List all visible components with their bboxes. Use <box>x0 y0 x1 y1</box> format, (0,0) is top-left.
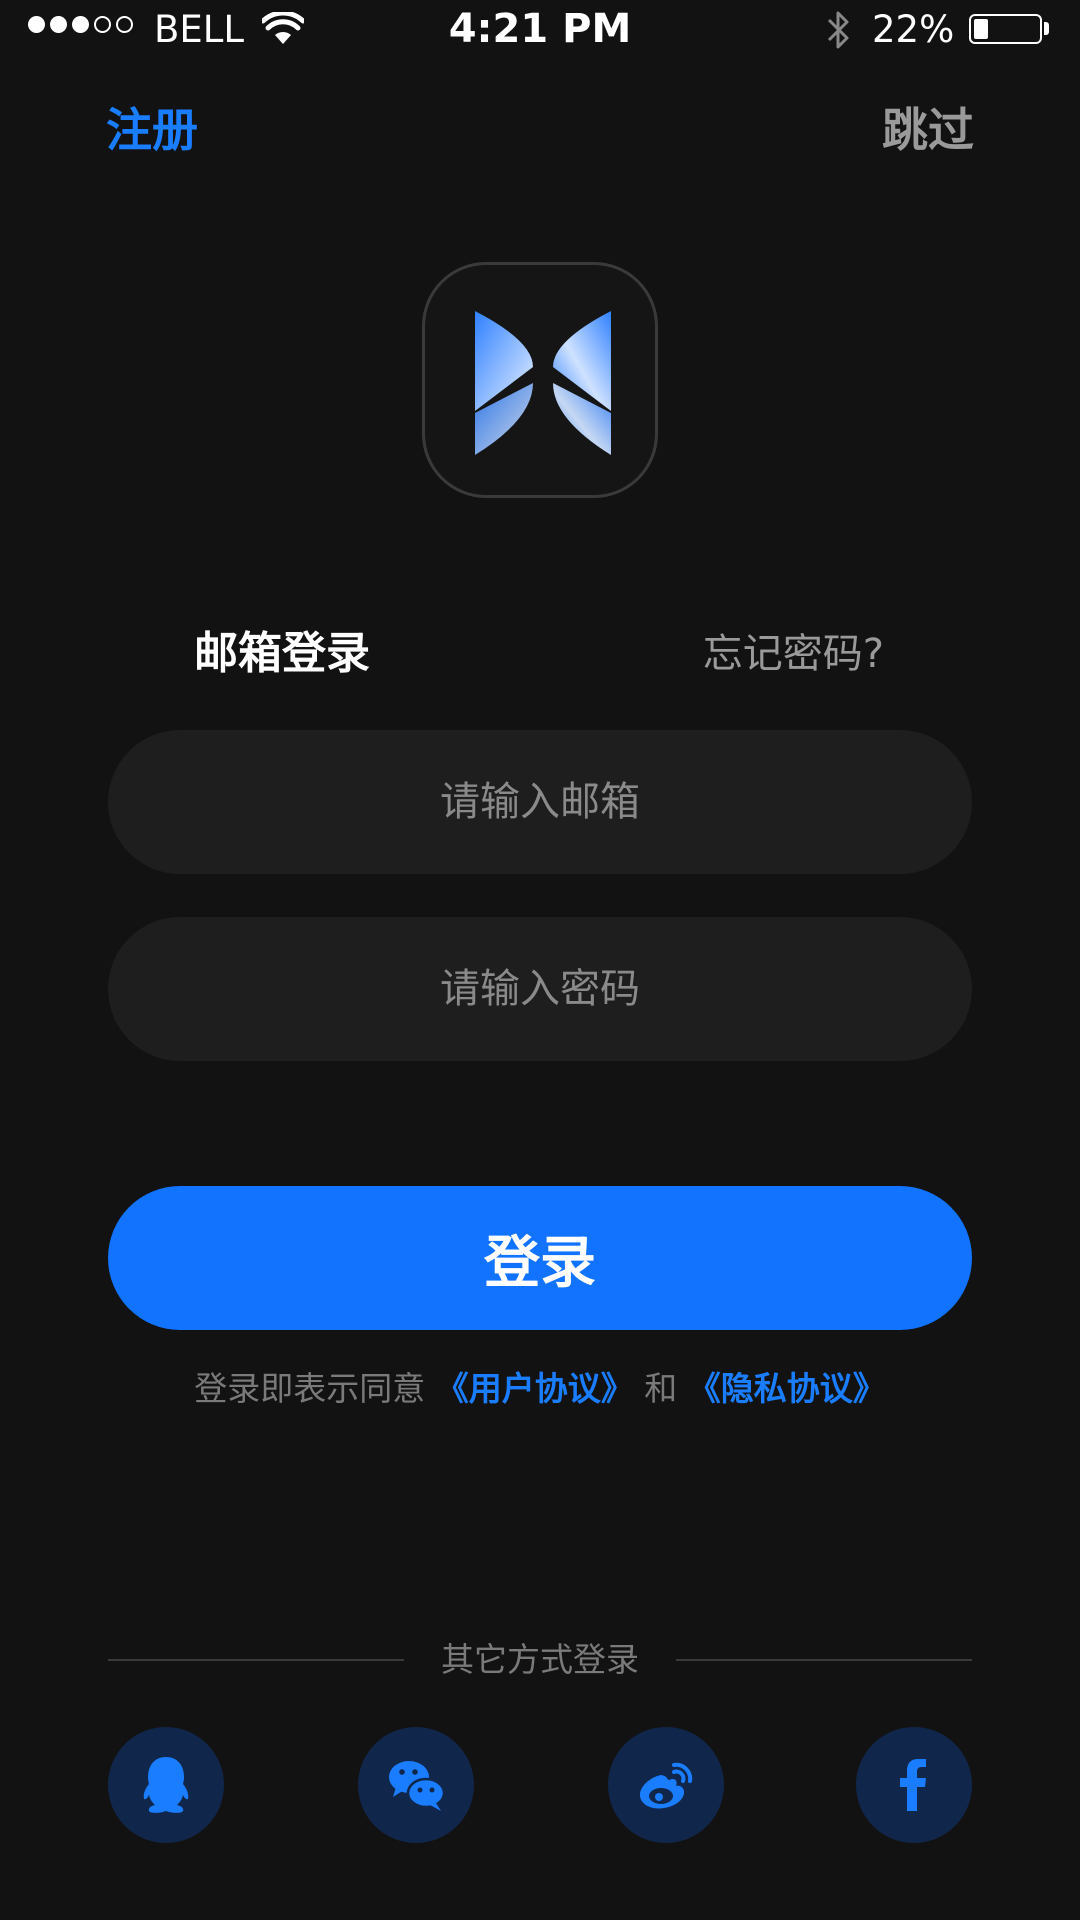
app-logo <box>422 262 658 498</box>
agreement-conjunction: 和 <box>644 1369 678 1408</box>
facebook-icon <box>900 1759 926 1811</box>
login-button[interactable]: 登录 <box>108 1186 972 1330</box>
battery-percent: 22% <box>872 8 955 51</box>
divider-right <box>676 1659 972 1661</box>
register-link[interactable]: 注册 <box>106 100 198 160</box>
forgot-password-link[interactable]: 忘记密码? <box>703 624 884 684</box>
login-screen: BELL 4:21 PM 22% 注册 跳过 邮箱登录 忘记密码? 请输入邮箱 … <box>0 0 1080 1920</box>
qq-icon <box>143 1757 189 1813</box>
battery-terminal <box>1044 22 1049 35</box>
email-field[interactable] <box>108 730 972 874</box>
wechat-icon <box>389 1761 446 1811</box>
user-agreement-link[interactable]: 《用户协议》 <box>436 1369 634 1408</box>
agreement-text: 登录即表示同意 《用户协议》 和 《隐私协议》 <box>0 1364 1080 1414</box>
app-logo-icon <box>475 311 611 455</box>
password-field[interactable] <box>108 917 972 1061</box>
battery-level-fill <box>974 19 988 39</box>
email-login-title: 邮箱登录 <box>194 628 370 679</box>
email-field-container <box>108 730 972 874</box>
weibo-login-button[interactable] <box>608 1727 724 1843</box>
skip-link[interactable]: 跳过 <box>882 100 974 160</box>
battery-icon <box>969 14 1042 44</box>
status-bar: BELL 4:21 PM 22% <box>0 0 1080 60</box>
bluetooth-icon <box>827 11 849 49</box>
weibo-icon <box>639 1762 693 1809</box>
qq-login-button[interactable] <box>108 1727 224 1843</box>
privacy-agreement-link[interactable]: 《隐私协议》 <box>688 1369 886 1408</box>
agreement-prefix: 登录即表示同意 <box>194 1369 426 1408</box>
facebook-login-button[interactable] <box>856 1727 972 1843</box>
wechat-login-button[interactable] <box>358 1727 474 1843</box>
password-field-container <box>108 917 972 1061</box>
